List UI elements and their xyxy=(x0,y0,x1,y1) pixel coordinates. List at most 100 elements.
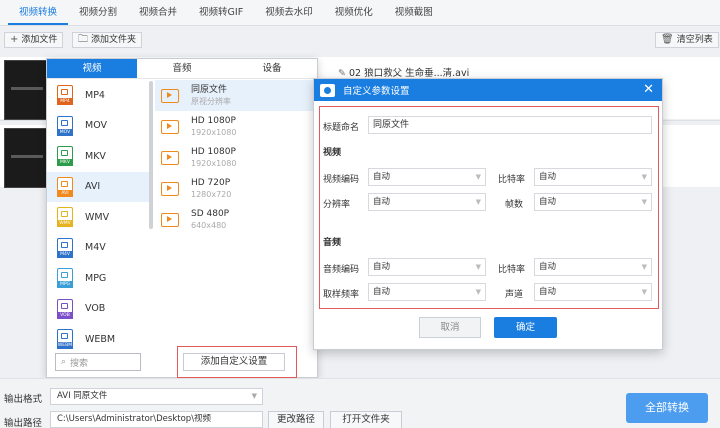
framerate-value: 自动 xyxy=(539,197,557,207)
tab-video-to-gif[interactable]: 视频转GIF xyxy=(188,0,254,25)
video-preset-icon xyxy=(161,212,179,227)
format-item-wmv[interactable]: WMV WMV xyxy=(47,202,149,233)
tab-video-formats[interactable]: 视频 xyxy=(47,59,137,78)
quality-preset-item[interactable]: HD 720P 1280x720 xyxy=(155,173,317,204)
resolution-value: 自动 xyxy=(373,197,391,207)
format-label: MKV xyxy=(85,150,106,162)
format-label: AVI xyxy=(85,181,101,193)
open-folder-button[interactable]: 打开文件夹 xyxy=(330,411,402,428)
output-format-select[interactable]: AVI 同原文件 ▼ xyxy=(50,388,263,405)
clear-list-button[interactable]: 🗑 清空列表 xyxy=(655,32,719,48)
format-item-vob[interactable]: VOB VOB xyxy=(47,294,149,325)
video-bitrate-select[interactable]: 自动 ▼ xyxy=(534,168,652,186)
format-item-mov[interactable]: MOV MOV xyxy=(47,111,149,142)
format-item-avi[interactable]: AVI AVI xyxy=(47,171,149,202)
quality-preset-name: HD 1080P xyxy=(191,146,236,157)
confirm-button[interactable]: 确定 xyxy=(494,317,557,338)
tab-video-convert[interactable]: 视频转换 xyxy=(8,0,69,25)
audio-encoder-select[interactable]: 自动 ▼ xyxy=(368,258,486,276)
quality-preset-item[interactable]: SD 480P 640x480 xyxy=(155,204,317,235)
channels-select[interactable]: 自动 ▼ xyxy=(534,283,652,301)
format-tabs: 视频 音频 设备 xyxy=(47,59,317,79)
tab-video-split[interactable]: 视频分割 xyxy=(68,0,128,25)
video-section-title: 视频 xyxy=(323,148,342,158)
chevron-down-icon: ▼ xyxy=(475,288,481,296)
quality-preset-item[interactable]: HD 1080P 1920x1080 xyxy=(155,111,317,142)
trash-icon: 🗑 xyxy=(661,34,674,45)
format-item-mkv[interactable]: MKV MKV xyxy=(47,141,149,172)
file-format-icon: WEBM xyxy=(57,329,73,350)
audio-bitrate-label: 比特率 xyxy=(498,265,526,275)
video-encoder-value: 自动 xyxy=(373,172,391,182)
title-name-label: 标题命名 xyxy=(323,123,360,133)
change-path-button[interactable]: 更改路径 xyxy=(268,411,324,428)
resolution-label: 分辨率 xyxy=(323,200,351,210)
samplerate-select[interactable]: 自动 ▼ xyxy=(368,283,486,301)
video-encoder-select[interactable]: 自动 ▼ xyxy=(368,168,486,186)
file-format-icon: MKV xyxy=(57,146,73,167)
file-format-icon: MOV xyxy=(57,115,73,136)
resolution-select[interactable]: 自动 ▼ xyxy=(368,193,486,211)
audio-encoder-value: 自动 xyxy=(373,262,391,272)
tab-video-screenshot[interactable]: 视频截图 xyxy=(384,0,444,25)
format-list: MP4 MP4 MOV MOV MKV MKV AVI AVI WMV WMV M4V M4V MPG M… xyxy=(47,80,149,356)
add-folder-button[interactable]: 🗀 添加文件夹 xyxy=(72,32,143,48)
format-list-scrollbar[interactable] xyxy=(149,81,153,229)
output-path-input[interactable]: C:\Users\Administrator\Desktop\视频 xyxy=(50,411,263,428)
cancel-button[interactable]: 取消 xyxy=(419,317,481,338)
video-bitrate-value: 自动 xyxy=(539,172,557,182)
format-item-mpg[interactable]: MPG MPG xyxy=(47,263,149,294)
format-item-m4v[interactable]: M4V M4V xyxy=(47,233,149,264)
file-format-icon: M4V xyxy=(57,237,73,258)
output-path-label: 输出路径 xyxy=(4,418,43,428)
tab-video-optimize[interactable]: 视频优化 xyxy=(324,0,384,25)
quality-preset-name: HD 720P xyxy=(191,177,231,188)
quality-preset-name: 同原文件 xyxy=(191,84,228,95)
framerate-select[interactable]: 自动 ▼ xyxy=(534,193,652,211)
chevron-down-icon: ▼ xyxy=(641,263,647,271)
video-thumbnail xyxy=(4,128,48,188)
format-item-mp4[interactable]: MP4 MP4 xyxy=(47,80,149,111)
tab-device-formats[interactable]: 设备 xyxy=(227,59,317,78)
app-logo-icon xyxy=(320,83,335,97)
quality-preset-item[interactable]: 同原文件 原视分辨率 xyxy=(155,80,317,111)
format-label: MP4 xyxy=(85,89,105,101)
title-name-input[interactable]: 同原文件 xyxy=(368,116,652,134)
format-panel: 视频 音频 设备 MP4 MP4 MOV MOV MKV MKV AVI AVI WMV WMV M… xyxy=(46,58,318,378)
chevron-down-icon: ▼ xyxy=(641,288,647,296)
format-label: M4V xyxy=(85,242,106,254)
search-icon: ⌕ xyxy=(61,357,67,367)
file-name: ✎ 02 狼口救父 生命垂...清.avi xyxy=(338,65,469,79)
plus-icon: + xyxy=(10,34,19,45)
channels-value: 自动 xyxy=(539,287,557,297)
quality-preset-name: SD 480P xyxy=(191,208,230,219)
format-label: WMV xyxy=(85,211,110,223)
format-item-webm[interactable]: WEBM WEBM xyxy=(47,324,149,355)
convert-all-button[interactable]: 全部转换 xyxy=(626,393,708,423)
tab-video-merge[interactable]: 视频合并 xyxy=(128,0,188,25)
audio-bitrate-value: 自动 xyxy=(539,262,557,272)
tab-audio-formats[interactable]: 音频 xyxy=(137,59,227,78)
format-label: MPG xyxy=(85,272,107,284)
video-preset-icon xyxy=(161,181,179,196)
output-format-label: 输出格式 xyxy=(4,394,43,405)
video-encoder-label: 视频编码 xyxy=(323,175,360,185)
tab-remove-watermark[interactable]: 视频去水印 xyxy=(254,0,324,25)
file-format-icon: VOB xyxy=(57,298,73,319)
file-format-icon: MPG xyxy=(57,268,73,289)
quality-preset-name: HD 1080P xyxy=(191,115,236,126)
audio-bitrate-select[interactable]: 自动 ▼ xyxy=(534,258,652,276)
dialog-title: 自定义参数设置 xyxy=(343,86,410,97)
quality-preset-item[interactable]: HD 1080P 1920x1080 xyxy=(155,142,317,173)
chevron-down-icon: ▼ xyxy=(251,392,257,400)
chevron-down-icon: ▼ xyxy=(475,173,481,181)
close-icon[interactable]: ✕ xyxy=(643,83,654,96)
chevron-down-icon: ▼ xyxy=(475,263,481,271)
format-search-input[interactable]: ⌕ 搜索 xyxy=(55,353,141,371)
samplerate-value: 自动 xyxy=(373,287,391,297)
quality-preset-resolution: 1920x1080 xyxy=(191,127,237,137)
chevron-down-icon: ▼ xyxy=(641,173,647,181)
file-format-icon: MP4 xyxy=(57,85,73,106)
toolbar: + 添加文件 🗀 添加文件夹 🗑 清空列表 xyxy=(0,27,720,53)
add-file-button[interactable]: + 添加文件 xyxy=(4,32,64,48)
